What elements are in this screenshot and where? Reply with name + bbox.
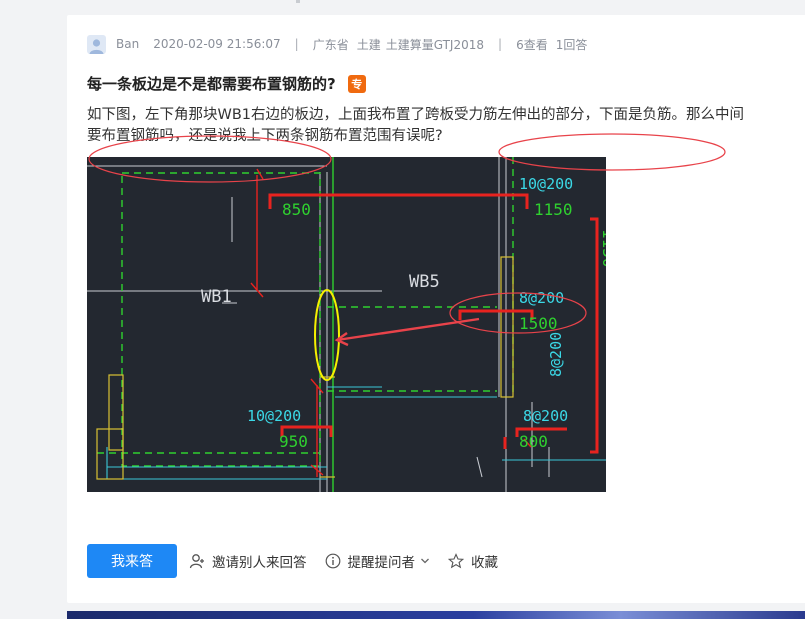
meta-separator: |	[294, 37, 299, 51]
next-card-edge	[67, 611, 805, 619]
favorite-button[interactable]: 收藏	[448, 551, 498, 571]
question-meta: Ban 2020-02-09 21:56:07 | 广东省 土建 土建算量GTJ…	[87, 34, 587, 54]
remind-label: 提醒提问者	[347, 554, 416, 571]
view-count: 6查看	[516, 37, 548, 52]
question-body-line: 如下图，左下角那块WB1右边的板边，上面我布置了跨板受力筋左伸出的部分，下面是负…	[87, 107, 745, 123]
label-wb5: WB5	[409, 272, 440, 292]
cad-drawing-image: WB1 WB5 850 1150 1500 950 800 1150 10@20…	[87, 157, 606, 492]
label-low-rebar-right: 8@200	[523, 407, 568, 425]
label-mid-rebar: 8@200	[519, 289, 564, 307]
label-vert-len: 1150	[599, 229, 606, 268]
software-tag[interactable]: 土建算量GTJ2018	[386, 36, 484, 53]
annotation-arrow	[334, 317, 480, 347]
label-vert-rebar: 8@200	[547, 332, 565, 377]
question-body-line: 要布置钢筋吗，还是说我上下两条钢筋布置范围有误呢?	[87, 128, 443, 144]
label-low-len-left: 950	[279, 432, 308, 451]
question-title-text: 每一条板边是不是都需要布置钢筋的?	[87, 75, 336, 93]
question-title: 每一条板边是不是都需要布置钢筋的? 专	[87, 73, 366, 94]
user-avatar-icon	[89, 38, 104, 54]
region-tag[interactable]: 广东省	[313, 36, 349, 53]
expert-badge: 专	[347, 74, 366, 93]
action-bar: 我来答 邀请别人来回答 提醒提问者 收藏	[87, 543, 516, 578]
label-top-len-left: 850	[282, 200, 311, 219]
question-body: 如下图，左下角那块WB1右边的板边，上面我布置了跨板受力筋左伸出的部分，下面是负…	[87, 105, 805, 147]
avatar[interactable]	[87, 34, 106, 54]
chevron-down-icon	[421, 558, 429, 563]
label-mid-len: 1500	[519, 314, 558, 333]
category-tag[interactable]: 土建	[357, 36, 381, 53]
favorite-label: 收藏	[471, 554, 498, 571]
label-top-rebar: 10@200	[519, 175, 573, 193]
info-icon	[325, 553, 340, 568]
star-icon	[448, 552, 464, 568]
invite-answer-button[interactable]: 邀请别人来回答	[189, 551, 307, 571]
cad-drawing: WB1 WB5 850 1150 1500 950 800 1150 10@20…	[87, 157, 606, 492]
label-wb1: WB1	[201, 287, 232, 307]
invite-user-icon	[189, 553, 204, 568]
label-low-len-right: 800	[519, 432, 548, 451]
label-top-len-right: 1150	[534, 200, 573, 219]
answer-button[interactable]: 我来答	[87, 543, 177, 578]
top-edge-mark	[296, 0, 300, 3]
author-name[interactable]: Ban	[116, 37, 139, 51]
invite-label: 邀请别人来回答	[212, 554, 307, 571]
post-datetime: 2020-02-09 21:56:07	[153, 37, 281, 51]
question-card: Ban 2020-02-09 21:56:07 | 广东省 土建 土建算量GTJ…	[67, 15, 805, 603]
answer-count: 1回答	[555, 37, 588, 52]
label-low-rebar-left: 10@200	[247, 407, 301, 425]
remind-asker-button[interactable]: 提醒提问者	[325, 551, 431, 571]
meta-separator: |	[498, 37, 503, 51]
